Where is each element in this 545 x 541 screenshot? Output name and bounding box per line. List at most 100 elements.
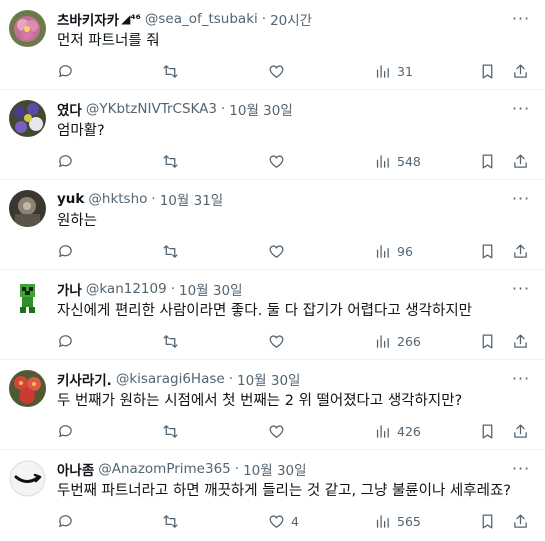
like-button[interactable] <box>268 331 291 351</box>
reply-button[interactable] <box>57 511 80 531</box>
views-button[interactable]: 426 <box>374 421 421 441</box>
views-button[interactable]: 548 <box>374 151 421 171</box>
pink-flower-avatar-icon <box>9 10 46 47</box>
share-button[interactable] <box>512 241 529 261</box>
reply-button[interactable] <box>57 151 80 171</box>
bookmark-icon <box>482 243 493 259</box>
tweet[interactable]: 아나좀 @AnazomPrime365 · 10월 30일 ··· 두번째 파트… <box>0 450 545 540</box>
views-count: 31 <box>397 63 413 79</box>
timestamp[interactable]: 20시간 <box>270 9 312 29</box>
heart-icon <box>269 514 284 528</box>
bookmark-button[interactable] <box>479 241 496 261</box>
timestamp[interactable]: 10월 30일 <box>243 459 307 479</box>
like-button[interactable] <box>268 151 291 171</box>
bookmark-icon <box>482 63 493 79</box>
action-bar: 31 <box>57 61 532 81</box>
action-bar: 548 <box>57 151 532 171</box>
author-handle[interactable]: @sea_of_tsubaki <box>145 11 258 27</box>
share-button[interactable] <box>512 331 529 351</box>
author-handle[interactable]: @kisaragi6Hase <box>116 371 225 387</box>
author-name[interactable]: 키사라기. <box>57 369 112 389</box>
views-count: 548 <box>397 153 421 169</box>
action-bar: 96 <box>57 241 532 261</box>
avatar[interactable] <box>9 100 46 137</box>
separator: · <box>234 461 240 477</box>
author-name[interactable]: 였다 <box>57 99 82 119</box>
retweet-button[interactable] <box>162 61 185 81</box>
views-chart-icon <box>376 334 389 348</box>
retweet-icon <box>163 334 178 348</box>
share-button[interactable] <box>512 151 529 171</box>
more-options-icon[interactable]: ··· <box>511 368 531 388</box>
author-name[interactable]: 아나좀 <box>57 459 94 479</box>
views-button[interactable]: 565 <box>374 511 421 531</box>
bookmark-button[interactable] <box>479 151 496 171</box>
share-button[interactable] <box>512 511 529 531</box>
more-options-icon[interactable]: ··· <box>511 188 531 208</box>
tweet[interactable]: 였다 @YKbtzNIVTrCSKA3 · 10월 30일 ··· 엄마활? 5… <box>0 90 545 180</box>
separator: · <box>220 101 226 117</box>
reply-button[interactable] <box>57 331 80 351</box>
action-bar: 4 565 <box>57 511 532 531</box>
avatar[interactable] <box>9 190 46 227</box>
author-handle[interactable]: @hktsho <box>88 191 147 207</box>
views-chart-icon <box>376 514 389 528</box>
share-button[interactable] <box>512 61 529 81</box>
share-button[interactable] <box>512 421 529 441</box>
reply-button[interactable] <box>57 61 80 81</box>
like-button[interactable] <box>268 61 291 81</box>
reply-button[interactable] <box>57 421 80 441</box>
purple-flowers-avatar-icon <box>9 100 46 137</box>
heart-icon <box>269 154 284 168</box>
tweet[interactable]: 키사라기. @kisaragi6Hase · 10월 30일 ··· 두 번째가… <box>0 360 545 450</box>
retweet-button[interactable] <box>162 421 185 441</box>
timestamp[interactable]: 10월 31일 <box>160 189 224 209</box>
more-options-icon[interactable]: ··· <box>511 278 531 298</box>
reply-button[interactable] <box>57 241 80 261</box>
retweet-button[interactable] <box>162 241 185 261</box>
avatar[interactable] <box>9 10 46 47</box>
share-icon <box>514 333 527 348</box>
more-options-icon[interactable]: ··· <box>511 458 531 478</box>
bookmark-button[interactable] <box>479 331 496 351</box>
bookmark-button[interactable] <box>479 421 496 441</box>
timestamp[interactable]: 10월 30일 <box>179 279 243 299</box>
like-button[interactable] <box>268 421 291 441</box>
author-name[interactable]: 츠바키자카 <box>57 9 119 29</box>
avatar[interactable] <box>9 460 46 497</box>
like-button[interactable] <box>268 241 291 261</box>
bookmark-button[interactable] <box>479 511 496 531</box>
retweet-button[interactable] <box>162 511 185 531</box>
tweet-header: 츠바키자카 ◢⁴⁶ @sea_of_tsubaki · 20시간 <box>57 9 505 29</box>
more-options-icon[interactable]: ··· <box>511 98 531 118</box>
avatar[interactable] <box>9 280 46 317</box>
separator: · <box>228 371 233 387</box>
timestamp[interactable]: 10월 30일 <box>237 369 301 389</box>
like-button[interactable]: 4 <box>268 511 299 531</box>
tweet[interactable]: yuk @hktsho · 10월 31일 ··· 원하는 96 <box>0 180 545 270</box>
views-button[interactable]: 31 <box>374 61 413 81</box>
timestamp[interactable]: 10월 30일 <box>229 99 293 119</box>
views-button[interactable]: 96 <box>374 241 413 261</box>
bookmark-button[interactable] <box>479 61 496 81</box>
author-handle[interactable]: @kan12109 <box>86 281 167 297</box>
retweet-button[interactable] <box>162 151 185 171</box>
views-count: 565 <box>397 513 421 529</box>
retweet-icon <box>163 424 178 438</box>
red-flowers-avatar-icon <box>9 370 46 407</box>
views-button[interactable]: 266 <box>374 331 421 351</box>
heart-icon <box>269 334 284 348</box>
tweet[interactable]: 가나 @kan12109 · 10월 30일 ··· 자신에게 편리한 사람이라… <box>0 270 545 360</box>
author-handle[interactable]: @YKbtzNIVTrCSKA3 <box>86 101 217 117</box>
author-handle[interactable]: @AnazomPrime365 <box>98 461 231 477</box>
views-chart-icon <box>376 64 389 78</box>
author-name[interactable]: yuk <box>57 191 84 207</box>
avatar[interactable] <box>9 370 46 407</box>
author-name[interactable]: 가나 <box>57 279 82 299</box>
heart-icon <box>269 64 284 78</box>
retweet-button[interactable] <box>162 331 185 351</box>
author-name-suffix: ◢⁴⁶ <box>121 12 141 26</box>
more-options-icon[interactable]: ··· <box>511 8 531 28</box>
tweet[interactable]: 츠바키자카 ◢⁴⁶ @sea_of_tsubaki · 20시간 ··· 먼저 … <box>0 0 545 90</box>
action-bar: 426 <box>57 421 532 441</box>
